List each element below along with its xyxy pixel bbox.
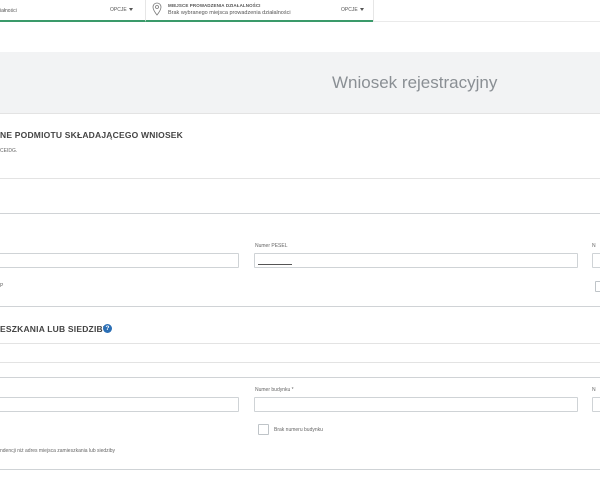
pesel-input-cursor	[258, 264, 292, 265]
context-tab-activity-label: iałności	[0, 8, 17, 14]
location-label: MIEJSCE PROWADZENIA DZIAŁALNOŚCI	[168, 3, 261, 8]
address-right-label: N	[592, 387, 596, 393]
divider	[0, 362, 600, 363]
caret-down-icon	[128, 8, 133, 12]
pesel-label: Numer PESEL	[255, 243, 288, 249]
options-dropdown-2[interactable]: OPCJE	[341, 7, 364, 13]
help-icon[interactable]: ?	[103, 324, 112, 333]
address-field-right[interactable]	[592, 397, 600, 412]
top-bar: iałności OPCJE OPCJE MIEJSCE PROWADZENIA…	[0, 0, 600, 22]
context-tab-activity[interactable]: iałności OPCJE	[0, 0, 145, 22]
caret-down-icon	[359, 8, 364, 12]
divider	[0, 178, 600, 179]
divider	[0, 213, 600, 214]
address-field-left[interactable]	[0, 397, 239, 412]
applicant-field-right[interactable]	[592, 253, 600, 268]
divider	[0, 469, 600, 470]
building-number-input[interactable]	[254, 397, 578, 412]
options-dropdown-1[interactable]: OPCJE	[110, 7, 133, 13]
page-banner: Wniosek rejestracyjny	[0, 52, 600, 114]
divider	[0, 377, 600, 378]
page-title: Wniosek rejestracyjny	[332, 73, 498, 92]
applicant-right-label: N	[592, 243, 596, 249]
applicant-right-checkbox[interactable]	[595, 281, 600, 292]
options-label: OPCJE	[110, 7, 127, 13]
no-building-number-checkbox[interactable]	[258, 424, 269, 435]
divider	[0, 306, 600, 307]
applicant-option-label: P	[0, 283, 4, 289]
divider	[0, 343, 600, 344]
options-label: OPCJE	[341, 7, 358, 13]
pesel-input[interactable]	[254, 253, 578, 268]
section-address-title: ESZKANIA LUB SIEDZIBY	[0, 324, 109, 334]
building-number-label: Numer budynku *	[255, 387, 294, 393]
location-pin-icon	[152, 2, 162, 16]
no-building-number-label: Brak numeru budynku	[274, 427, 323, 433]
location-value: Brak wybranego miejsca prowadzenia dział…	[168, 10, 291, 16]
applicant-field-left[interactable]	[0, 253, 239, 268]
top-bar-empty	[373, 0, 600, 22]
section-applicant-title: NE PODMIOTU SKŁADAJĄCEGO WNIOSEK	[0, 130, 184, 140]
address-correspondence-note: ndencji niż adres miejsca zamieszkania l…	[0, 448, 116, 454]
section-applicant-subtitle: CEIDG.	[0, 148, 18, 154]
